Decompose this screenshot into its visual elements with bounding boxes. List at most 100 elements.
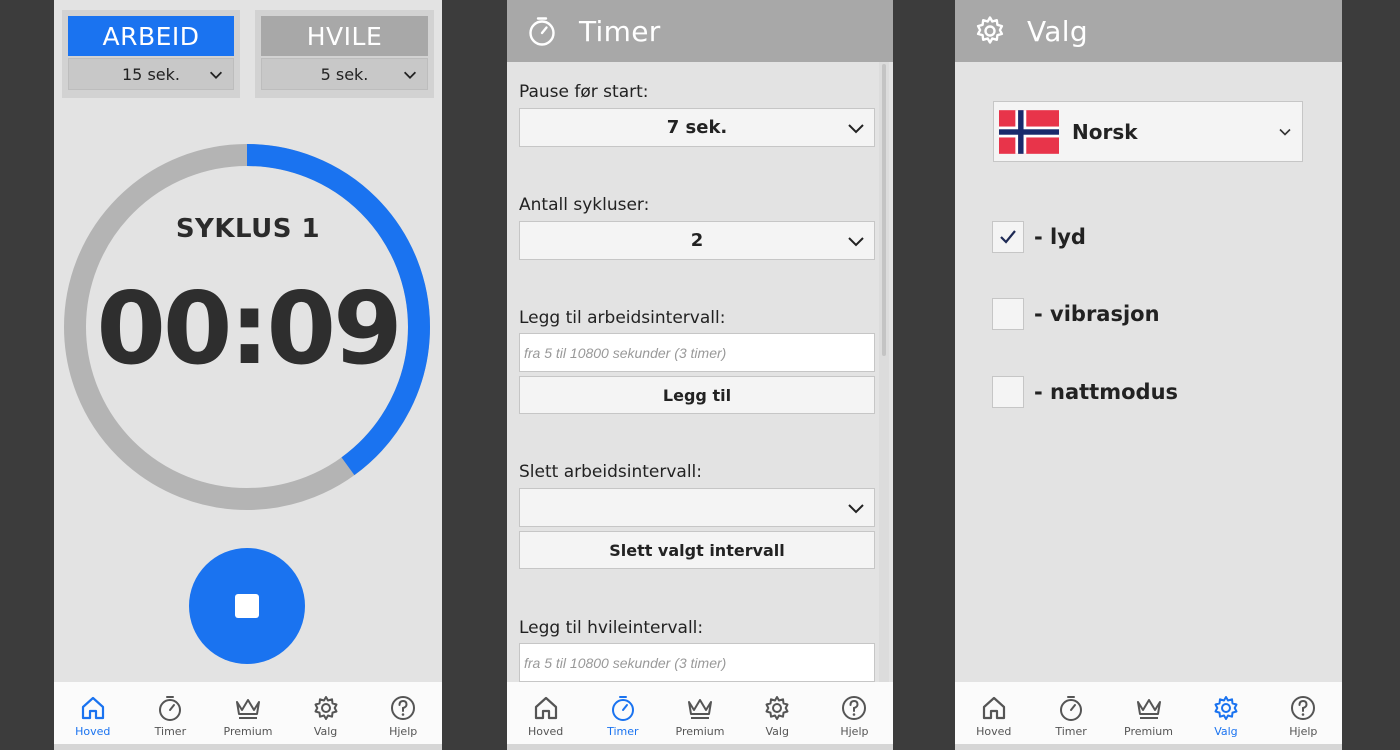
- nav-label: Valg: [1214, 725, 1238, 738]
- chevron-down-icon: [209, 71, 223, 79]
- rest-mode-box: HVILE 5 sek.: [255, 10, 434, 98]
- gear-icon: [976, 16, 1004, 44]
- stop-button[interactable]: [189, 548, 305, 664]
- nav-item-hoved[interactable]: Hoved: [54, 682, 132, 744]
- stopwatch-icon: [1060, 696, 1083, 721]
- bottom-nav: Hoved Timer Premium Valg Hjelp: [507, 682, 893, 744]
- rest-duration-value: 5 sek.: [320, 64, 369, 84]
- nav-label: Valg: [765, 725, 789, 738]
- stopwatch-icon: [611, 696, 634, 721]
- help-icon: [1291, 696, 1316, 720]
- nav-label: Premium: [1124, 725, 1173, 738]
- timer-settings-panel: Pause før start: 7 sek. Antall sykluser:…: [507, 62, 893, 682]
- nav-label: Hoved: [527, 725, 564, 738]
- nav-item-timer[interactable]: Timer: [1032, 682, 1109, 744]
- nav-bottom-strip: [54, 744, 442, 750]
- sound-option: - lyd: [992, 221, 1086, 253]
- chevron-down-icon: [848, 504, 864, 514]
- language-value: Norsk: [1072, 119, 1138, 144]
- gear-icon: [765, 696, 789, 720]
- chevron-down-icon: [403, 71, 417, 79]
- rest-duration-select[interactable]: 5 sek.: [261, 58, 428, 90]
- home-icon: [81, 696, 104, 720]
- page-title: Timer: [579, 14, 661, 48]
- nav-label: Timer: [1055, 725, 1087, 738]
- vibration-option: - vibrasjon: [992, 298, 1160, 330]
- add-work-button[interactable]: Legg til: [519, 376, 875, 414]
- night-mode-option: - nattmodus: [992, 376, 1178, 408]
- header: Timer: [507, 0, 893, 62]
- nav-item-valg[interactable]: Valg: [287, 682, 365, 744]
- add-work-input[interactable]: fra 5 til 10800 sekunder (3 timer): [519, 333, 875, 372]
- rest-mode-title[interactable]: HVILE: [261, 16, 428, 56]
- header: Valg: [955, 0, 1342, 62]
- stop-icon: [235, 594, 259, 618]
- home-icon: [534, 696, 557, 720]
- cycle-label: SYKLUS 1: [175, 214, 321, 244]
- pause-value: 7 sek.: [666, 117, 728, 138]
- checkmark-icon: [1000, 230, 1016, 244]
- nav-item-hjelp[interactable]: Hjelp: [364, 682, 442, 744]
- scrollbar[interactable]: [879, 62, 889, 682]
- nav-bottom-strip: [507, 744, 893, 750]
- nav-label: Hjelp: [389, 725, 418, 738]
- nav-item-premium[interactable]: Premium: [661, 682, 738, 744]
- nav-item-valg[interactable]: Valg: [739, 682, 816, 744]
- language-select[interactable]: Norsk: [993, 101, 1303, 162]
- nav-item-hoved[interactable]: Hoved: [507, 682, 584, 744]
- stopwatch-icon: [159, 696, 182, 721]
- settings-screen: Valg Norsk - lyd - vibrasjon - nattmodus…: [955, 0, 1342, 750]
- sound-checkbox[interactable]: [992, 221, 1024, 253]
- bottom-nav: Hoved Timer Premium Valg Hjelp: [54, 682, 442, 744]
- nav-label: Hoved: [976, 725, 1012, 738]
- delete-work-label: Slett arbeidsintervall:: [519, 462, 702, 482]
- nav-label: Hoved: [75, 725, 111, 738]
- delete-work-select[interactable]: [519, 488, 875, 527]
- nav-item-hoved[interactable]: Hoved: [955, 682, 1032, 744]
- nav-item-timer[interactable]: Timer: [584, 682, 661, 744]
- nav-item-premium[interactable]: Premium: [209, 682, 287, 744]
- nav-item-timer[interactable]: Timer: [132, 682, 210, 744]
- work-duration-value: 15 sek.: [122, 64, 180, 84]
- night-mode-label: - nattmodus: [1034, 380, 1179, 404]
- nav-label: Premium: [675, 725, 725, 738]
- norway-flag-icon: [999, 109, 1059, 154]
- chevron-down-icon: [848, 124, 864, 134]
- scrollbar-thumb[interactable]: [882, 64, 886, 356]
- nav-item-premium[interactable]: Premium: [1110, 682, 1187, 744]
- add-work-label: Legg til arbeidsintervall:: [519, 308, 726, 328]
- nav-item-hjelp[interactable]: Hjelp: [1265, 682, 1342, 744]
- help-icon: [391, 696, 416, 720]
- nav-item-hjelp[interactable]: Hjelp: [816, 682, 893, 744]
- add-rest-input[interactable]: fra 5 til 10800 sekunder (3 timer): [519, 643, 875, 682]
- nav-label: Hjelp: [840, 725, 869, 738]
- nav-item-valg[interactable]: Valg: [1187, 682, 1264, 744]
- gear-icon: [1214, 696, 1238, 720]
- timer-screen: Timer Pause før start: 7 sek. Antall syk…: [507, 0, 893, 750]
- nav-label: Hjelp: [1289, 725, 1318, 738]
- help-icon: [842, 696, 867, 720]
- vibration-label: - vibrasjon: [1034, 302, 1160, 326]
- vibration-checkbox[interactable]: [992, 298, 1024, 330]
- nav-label: Premium: [223, 725, 273, 738]
- gear-icon: [314, 696, 338, 720]
- pause-select[interactable]: 7 sek.: [519, 108, 875, 147]
- work-duration-select[interactable]: 15 sek.: [68, 58, 234, 90]
- chevron-down-icon: [848, 237, 864, 247]
- cycles-label: Antall sykluser:: [519, 195, 650, 215]
- cycles-select[interactable]: 2: [519, 221, 875, 260]
- chevron-down-icon: [1279, 128, 1291, 136]
- home-icon: [982, 696, 1005, 720]
- main-screen: ARBEID 15 sek. HVILE 5 sek. SYKLUS 1 00:…: [54, 0, 442, 750]
- nav-label: Timer: [607, 725, 639, 738]
- sound-label: - lyd: [1034, 225, 1086, 249]
- page-title: Valg: [1027, 14, 1088, 48]
- delete-interval-button[interactable]: Slett valgt intervall: [519, 531, 875, 569]
- cycles-value: 2: [690, 230, 704, 251]
- crown-icon: [1136, 699, 1161, 719]
- add-rest-label: Legg til hvileintervall:: [519, 618, 704, 638]
- nav-label: Valg: [313, 725, 338, 738]
- work-mode-title[interactable]: ARBEID: [68, 16, 234, 56]
- night-mode-checkbox[interactable]: [992, 376, 1024, 408]
- crown-icon: [235, 699, 260, 719]
